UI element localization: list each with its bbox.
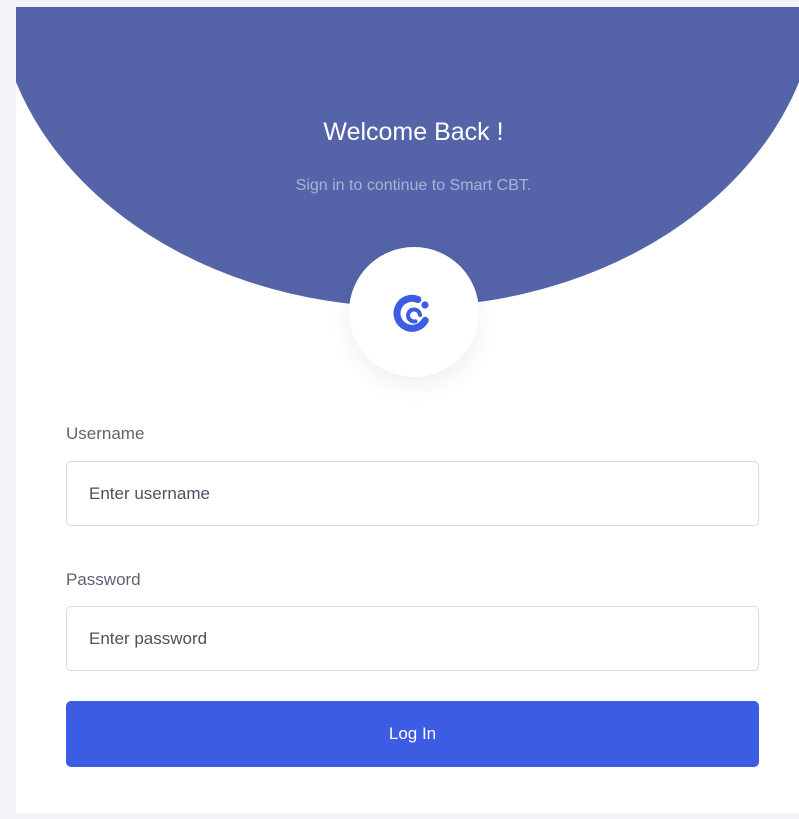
password-label: Password	[66, 570, 141, 589]
smart-cbt-logo-icon	[393, 294, 429, 332]
login-card: Welcome Back ! Sign in to continue to Sm…	[16, 7, 799, 813]
username-input[interactable]	[66, 461, 759, 526]
logo-avatar	[349, 247, 479, 377]
page-title: Welcome Back !	[323, 118, 504, 146]
password-input[interactable]	[66, 606, 759, 671]
page-subtitle: Sign in to continue to Smart CBT.	[295, 177, 532, 194]
login-button[interactable]: Log In	[66, 701, 759, 767]
username-label: Username	[66, 424, 145, 443]
